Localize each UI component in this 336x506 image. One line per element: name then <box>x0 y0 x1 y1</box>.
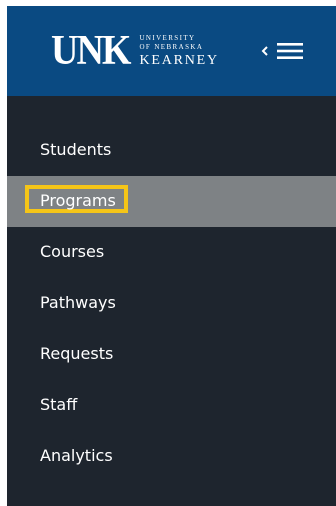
sidebar-item-analytics[interactable]: Analytics <box>7 431 336 482</box>
sidebar-item-requests[interactable]: Requests <box>7 329 336 380</box>
sidebar-item-label: Pathways <box>40 293 116 312</box>
sidebar-item-programs[interactable]: Programs <box>7 176 336 227</box>
unk-logo[interactable]: UNK UNIVERSITY OF NEBRASKA KEARNEY <box>51 26 219 76</box>
sidebar-item-students[interactable]: Students <box>7 125 336 176</box>
collapse-sidebar-button[interactable] <box>261 38 311 64</box>
logo-wordmark: UNIVERSITY OF NEBRASKA KEARNEY <box>139 33 219 68</box>
sidebar-item-label: Requests <box>40 344 114 363</box>
sidebar-header: UNK UNIVERSITY OF NEBRASKA KEARNEY <box>7 6 336 96</box>
logo-line-kearney: KEARNEY <box>139 52 219 68</box>
chevron-left-icon <box>261 46 268 56</box>
sidebar-item-label: Analytics <box>40 446 113 465</box>
sidebar-item-pathways[interactable]: Pathways <box>7 278 336 329</box>
sidebar: UNK UNIVERSITY OF NEBRASKA KEARNEY Stude… <box>7 6 336 506</box>
sidebar-item-label: Courses <box>40 242 105 261</box>
sidebar-item-label: Staff <box>40 395 78 414</box>
logo-line-of-nebraska: OF NEBRASKA <box>139 42 204 51</box>
sidebar-item-label: Programs <box>40 191 116 210</box>
sidebar-item-courses[interactable]: Courses <box>7 227 336 278</box>
hamburger-menu-icon <box>277 43 303 59</box>
logo-mark: UNK <box>51 27 131 75</box>
sidebar-item-staff[interactable]: Staff <box>7 380 336 431</box>
sidebar-nav: Students Programs Courses Pathways Reque… <box>7 125 336 482</box>
sidebar-item-label: Students <box>40 140 112 159</box>
logo-line-university: UNIVERSITY <box>139 33 196 42</box>
